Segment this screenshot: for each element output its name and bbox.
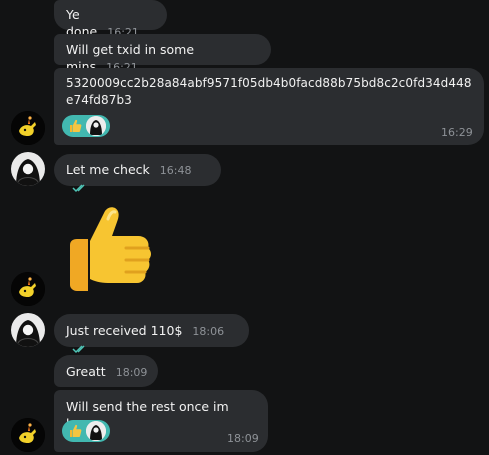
thumbs-up-icon: [70, 119, 82, 132]
message-bubble[interactable]: Just received 110$ 18:06: [54, 314, 249, 354]
double-check-icon: [72, 184, 85, 193]
avatar-self[interactable]: [11, 313, 45, 347]
avatar-self[interactable]: [11, 152, 45, 186]
message-text: 5320009cc2b28a84abf9571f05db4b0facd88b75…: [66, 76, 472, 107]
chat-area: Ye done16:21 Will get txid in some mins1…: [0, 0, 489, 455]
double-check-icon: [72, 345, 85, 354]
avatar-image: [11, 418, 45, 452]
message-text: Let me check: [66, 162, 150, 177]
message-text: Greatt: [66, 364, 106, 379]
message-time: 18:09: [227, 432, 259, 445]
message-time: 18:09: [115, 366, 148, 379]
message-bubble[interactable]: Greatt 18:09: [54, 355, 158, 387]
avatar-image: [11, 313, 45, 347]
avatar-image: [11, 111, 45, 145]
thumbs-up-icon: [70, 424, 82, 437]
message-bubble[interactable]: Ye done 16:21: [54, 0, 167, 39]
message-text: Just received 110$: [66, 323, 183, 338]
thumbs-up-sticker[interactable]: [60, 199, 160, 299]
message-bubble[interactable]: 5320009cc2b28a84abf9571f05db4b0facd88b75…: [54, 68, 484, 145]
reaction-badge[interactable]: [62, 115, 110, 137]
message-time: 16:29: [441, 126, 473, 139]
message-bubble[interactable]: Will get txid in some mins16:21: [54, 34, 271, 74]
reaction-badge[interactable]: [62, 420, 110, 442]
avatar-reaction-icon: [86, 116, 106, 136]
message-bubble[interactable]: Let me check 16:48: [54, 154, 221, 193]
message-time: 18:06: [192, 325, 225, 338]
avatar-image: [11, 272, 45, 306]
avatar-reaction-icon: [86, 421, 106, 441]
avatar-contact[interactable]: [11, 272, 45, 306]
message-time: 16:48: [159, 164, 192, 177]
avatar-image: [11, 152, 45, 186]
avatar-contact[interactable]: [11, 111, 45, 145]
avatar-contact[interactable]: [11, 418, 45, 452]
